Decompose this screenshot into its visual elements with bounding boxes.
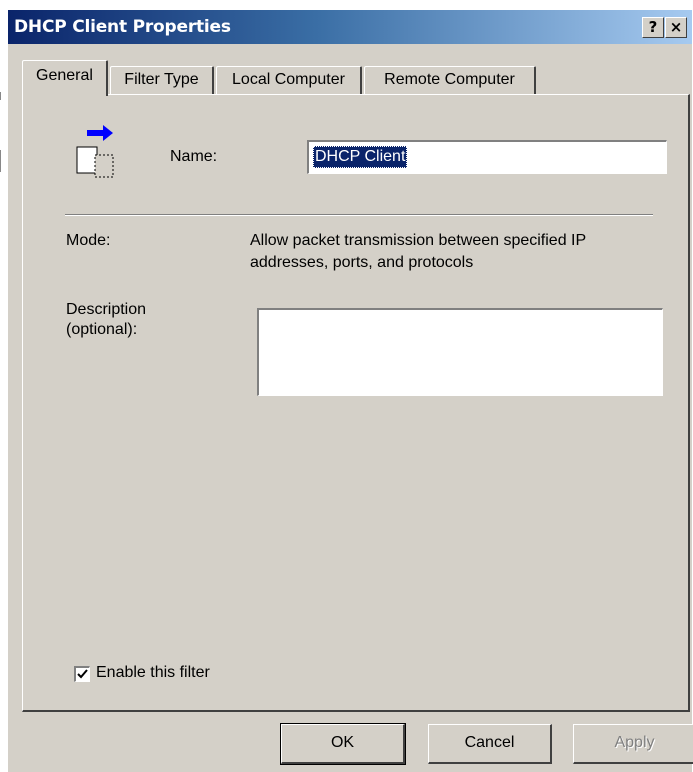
name-field[interactable]: DHCP Client <box>307 140 667 174</box>
checkmark-icon <box>77 669 88 679</box>
general-tab-panel <box>22 94 690 712</box>
apply-button[interactable]: Apply <box>573 724 693 764</box>
background-mark <box>0 150 1 172</box>
title-bar[interactable]: DHCP Client Properties ? × <box>8 10 692 44</box>
description-field[interactable] <box>257 308 663 396</box>
help-button[interactable]: ? <box>642 17 664 38</box>
window-title: DHCP Client Properties <box>14 17 231 37</box>
dialog-window: DHCP Client Properties ? × General Filte… <box>8 10 693 772</box>
tab-general[interactable]: General <box>22 60 108 96</box>
close-button[interactable]: × <box>665 17 687 38</box>
tab-filter-type[interactable]: Filter Type <box>110 66 214 94</box>
tab-local-computer[interactable]: Local Computer <box>216 66 362 94</box>
tab-remote-computer[interactable]: Remote Computer <box>364 66 536 94</box>
cancel-button[interactable]: Cancel <box>428 724 552 764</box>
ok-button[interactable]: OK <box>280 723 406 765</box>
name-field-value: DHCP Client <box>313 146 408 168</box>
enable-filter-checkbox[interactable] <box>74 666 90 682</box>
background-mark <box>0 92 1 100</box>
